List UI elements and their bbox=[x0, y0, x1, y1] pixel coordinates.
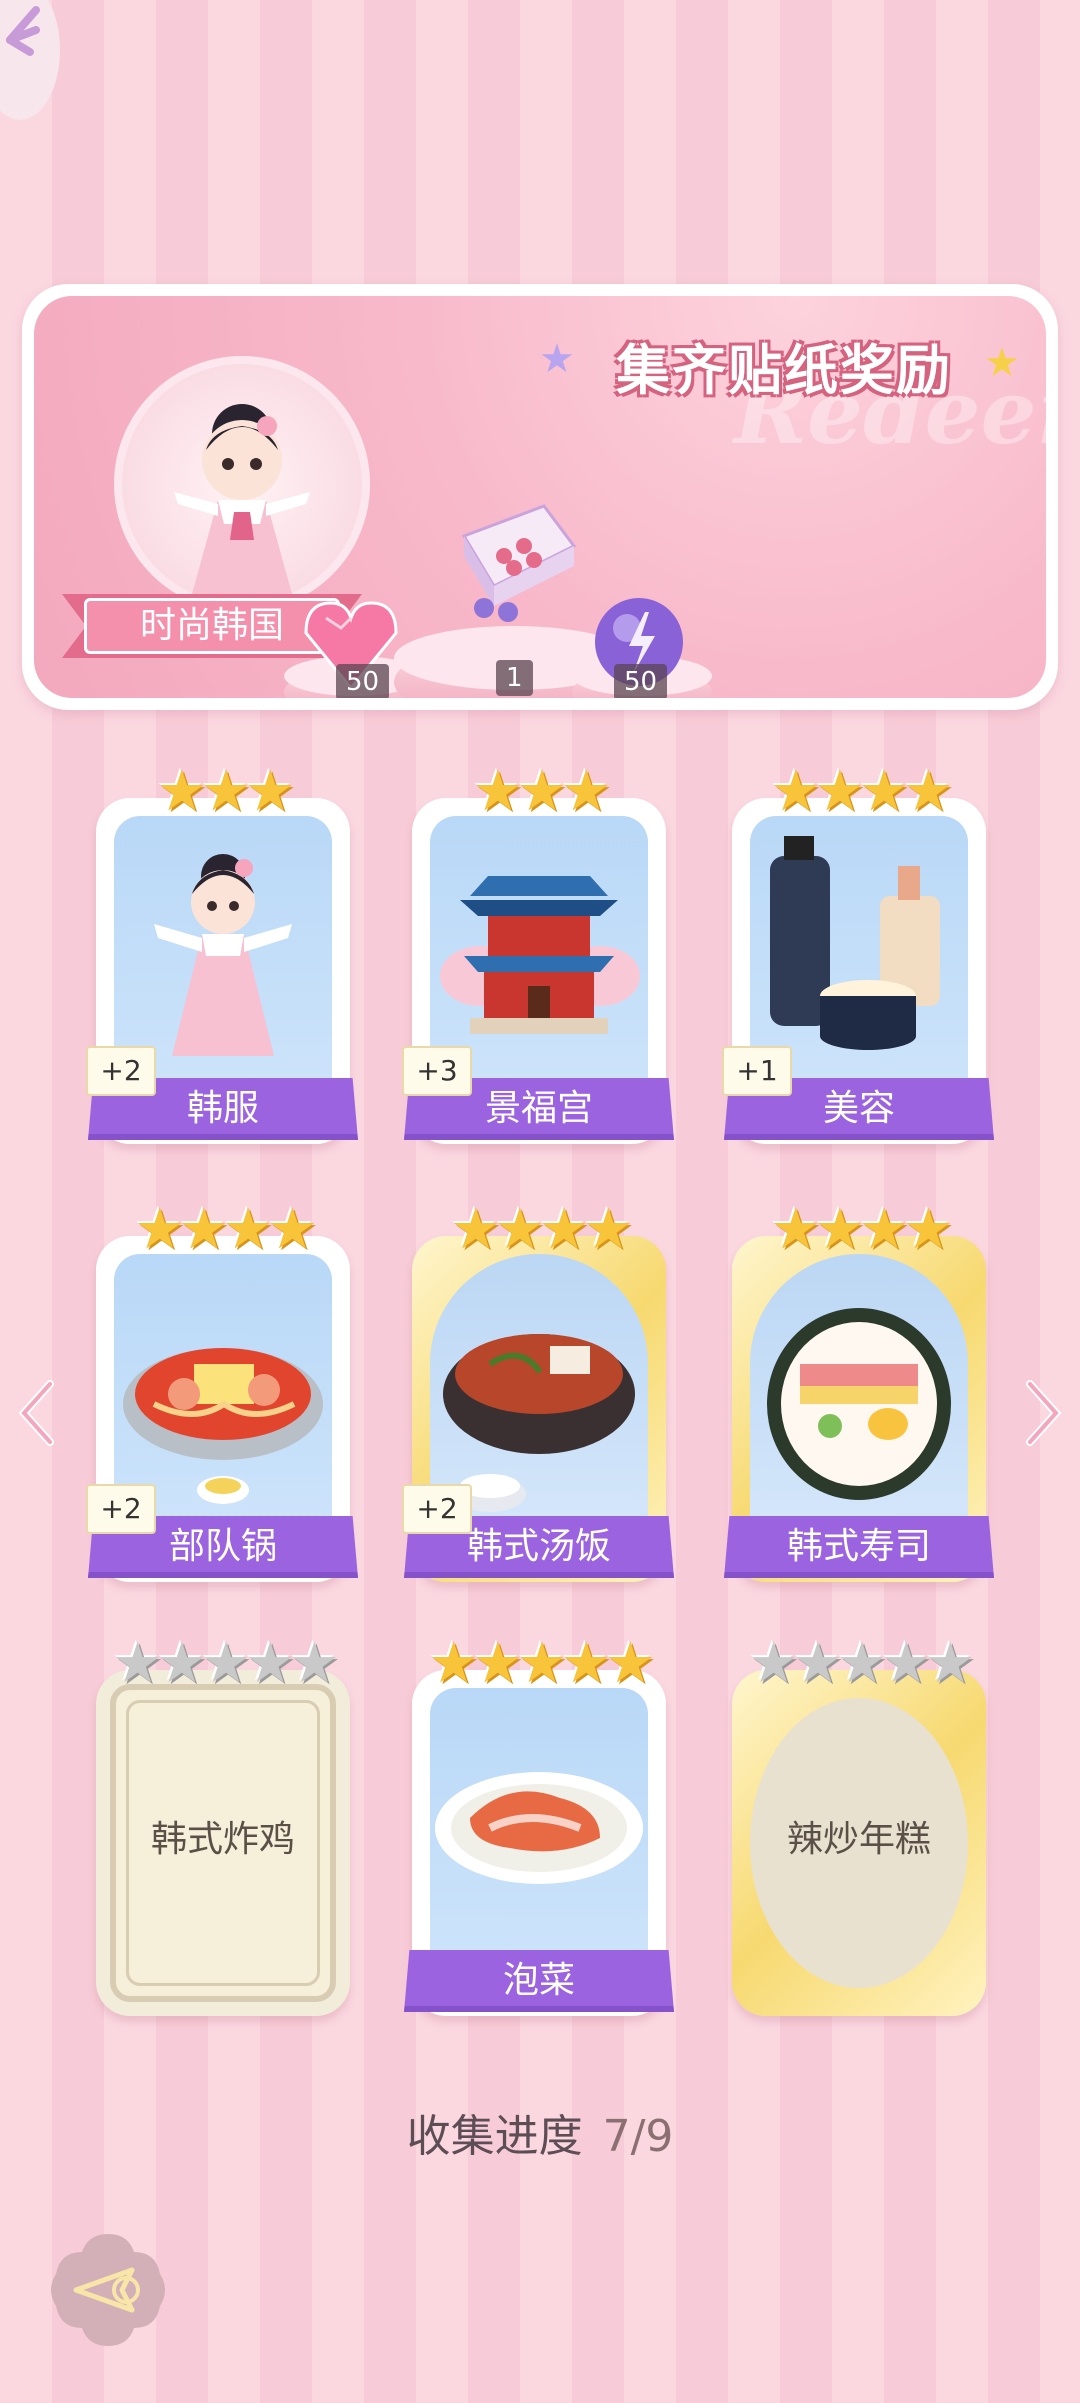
sticker-label: 韩式寿司 bbox=[724, 1516, 994, 1578]
star-icon: ★ bbox=[516, 1631, 567, 1696]
star-decoration-icon: ★ bbox=[984, 340, 1020, 386]
star-icon: ★ bbox=[881, 1631, 931, 1696]
banner-title: 集齐贴纸奖励 bbox=[616, 339, 952, 402]
prev-page-arrow-icon[interactable] bbox=[16, 1378, 56, 1448]
sticker-card[interactable]: ★★★★ 韩式寿司 bbox=[724, 1200, 994, 1582]
back-button[interactable] bbox=[48, 2230, 168, 2350]
star-icon: ★ bbox=[583, 1197, 633, 1262]
star-rating: ★★★★★ bbox=[412, 1634, 666, 1694]
star-rating: ★★★★★ bbox=[732, 1634, 986, 1694]
sticker-card[interactable]: ★★★ 景福宫 +3 bbox=[402, 762, 674, 1144]
sticker-duplicate-count: +3 bbox=[402, 1046, 472, 1096]
sticker-duplicate-count: +1 bbox=[722, 1046, 792, 1096]
collection-reward-banner: Redeem ★ ★ 集齐贴纸奖励 时尚韩国 bbox=[22, 284, 1058, 710]
star-icon: ★ bbox=[859, 759, 909, 824]
star-icon: ★ bbox=[770, 759, 821, 824]
sticker-card[interactable]: ★★★★ 部队锅 +2 bbox=[86, 1200, 358, 1582]
star-icon: ★ bbox=[428, 1631, 478, 1696]
sticker-label: 泡菜 bbox=[404, 1950, 674, 2012]
sticker-card[interactable]: ★★★★ 韩式汤饭 +2 bbox=[402, 1200, 674, 1582]
star-icon: ★ bbox=[178, 1197, 229, 1262]
star-icon: ★ bbox=[814, 1197, 865, 1262]
star-icon: ★ bbox=[472, 759, 523, 824]
star-icon: ★ bbox=[450, 1197, 501, 1262]
star-icon: ★ bbox=[516, 759, 567, 824]
star-rating: ★★★ bbox=[412, 762, 666, 822]
fan-menu-icon bbox=[6, 6, 40, 56]
star-icon: ★ bbox=[267, 1197, 317, 1262]
star-icon: ★ bbox=[903, 1197, 953, 1262]
sticker-card[interactable]: ★★★★ 美容 +1 bbox=[722, 762, 994, 1144]
star-icon: ★ bbox=[925, 1631, 975, 1696]
star-icon: ★ bbox=[561, 1631, 611, 1696]
sticker-duplicate-count: +2 bbox=[402, 1484, 472, 1534]
star-icon: ★ bbox=[472, 1631, 523, 1696]
star-icon: ★ bbox=[859, 1197, 909, 1262]
sticker-card[interactable]: ★★★★★ 韩式炸鸡 bbox=[96, 1634, 350, 2016]
sticker-card[interactable]: ★★★★★ 泡菜 bbox=[404, 1634, 674, 2016]
star-icon: ★ bbox=[748, 1631, 798, 1696]
reward-count: 50 bbox=[614, 664, 668, 698]
sticker-locked-label: 辣炒年糕 bbox=[786, 1819, 931, 1860]
star-rating: ★★★★ bbox=[412, 1200, 666, 1260]
star-icon: ★ bbox=[814, 759, 865, 824]
star-icon: ★ bbox=[792, 1631, 843, 1696]
star-decoration-icon: ★ bbox=[539, 336, 575, 382]
star-rating: ★★★★ bbox=[732, 762, 986, 822]
gift-box-icon bbox=[461, 504, 577, 622]
reward-count: 50 bbox=[336, 664, 390, 698]
sticker-duplicate-count: +2 bbox=[86, 1484, 156, 1534]
menu-corner-button[interactable] bbox=[0, 0, 60, 120]
star-icon: ★ bbox=[605, 1631, 655, 1696]
star-icon: ★ bbox=[156, 759, 207, 824]
next-page-arrow-icon[interactable] bbox=[1024, 1378, 1064, 1448]
hanbok-girl-icon bbox=[174, 404, 310, 594]
sticker-card[interactable]: ★★★ 韩服 +2 bbox=[86, 762, 358, 1144]
sticker-duplicate-count: +2 bbox=[86, 1046, 156, 1096]
collection-progress: 收集进度 7/9 bbox=[0, 2100, 1080, 2164]
star-icon: ★ bbox=[903, 759, 953, 824]
star-rating: ★★★ bbox=[96, 762, 350, 822]
star-icon: ★ bbox=[561, 759, 611, 824]
star-icon: ★ bbox=[770, 1197, 821, 1262]
progress-label: 收集进度 bbox=[406, 2111, 583, 2162]
star-rating: ★★★★ bbox=[96, 1200, 350, 1260]
sticker-locked-label: 韩式炸鸡 bbox=[150, 1819, 295, 1860]
star-icon: ★ bbox=[245, 759, 295, 824]
star-rating: ★★★★ bbox=[732, 1200, 986, 1260]
theme-avatar bbox=[114, 356, 370, 612]
star-icon: ★ bbox=[836, 1631, 887, 1696]
star-icon: ★ bbox=[200, 759, 251, 824]
progress-value: 7/9 bbox=[602, 2111, 674, 2162]
star-icon: ★ bbox=[134, 1197, 185, 1262]
star-icon: ★ bbox=[539, 1197, 589, 1262]
sticker-card[interactable]: ★★★★★ 辣炒年糕 bbox=[732, 1634, 986, 2016]
star-icon: ★ bbox=[223, 1197, 273, 1262]
star-icon: ★ bbox=[494, 1197, 545, 1262]
reward-count: 1 bbox=[496, 660, 533, 696]
